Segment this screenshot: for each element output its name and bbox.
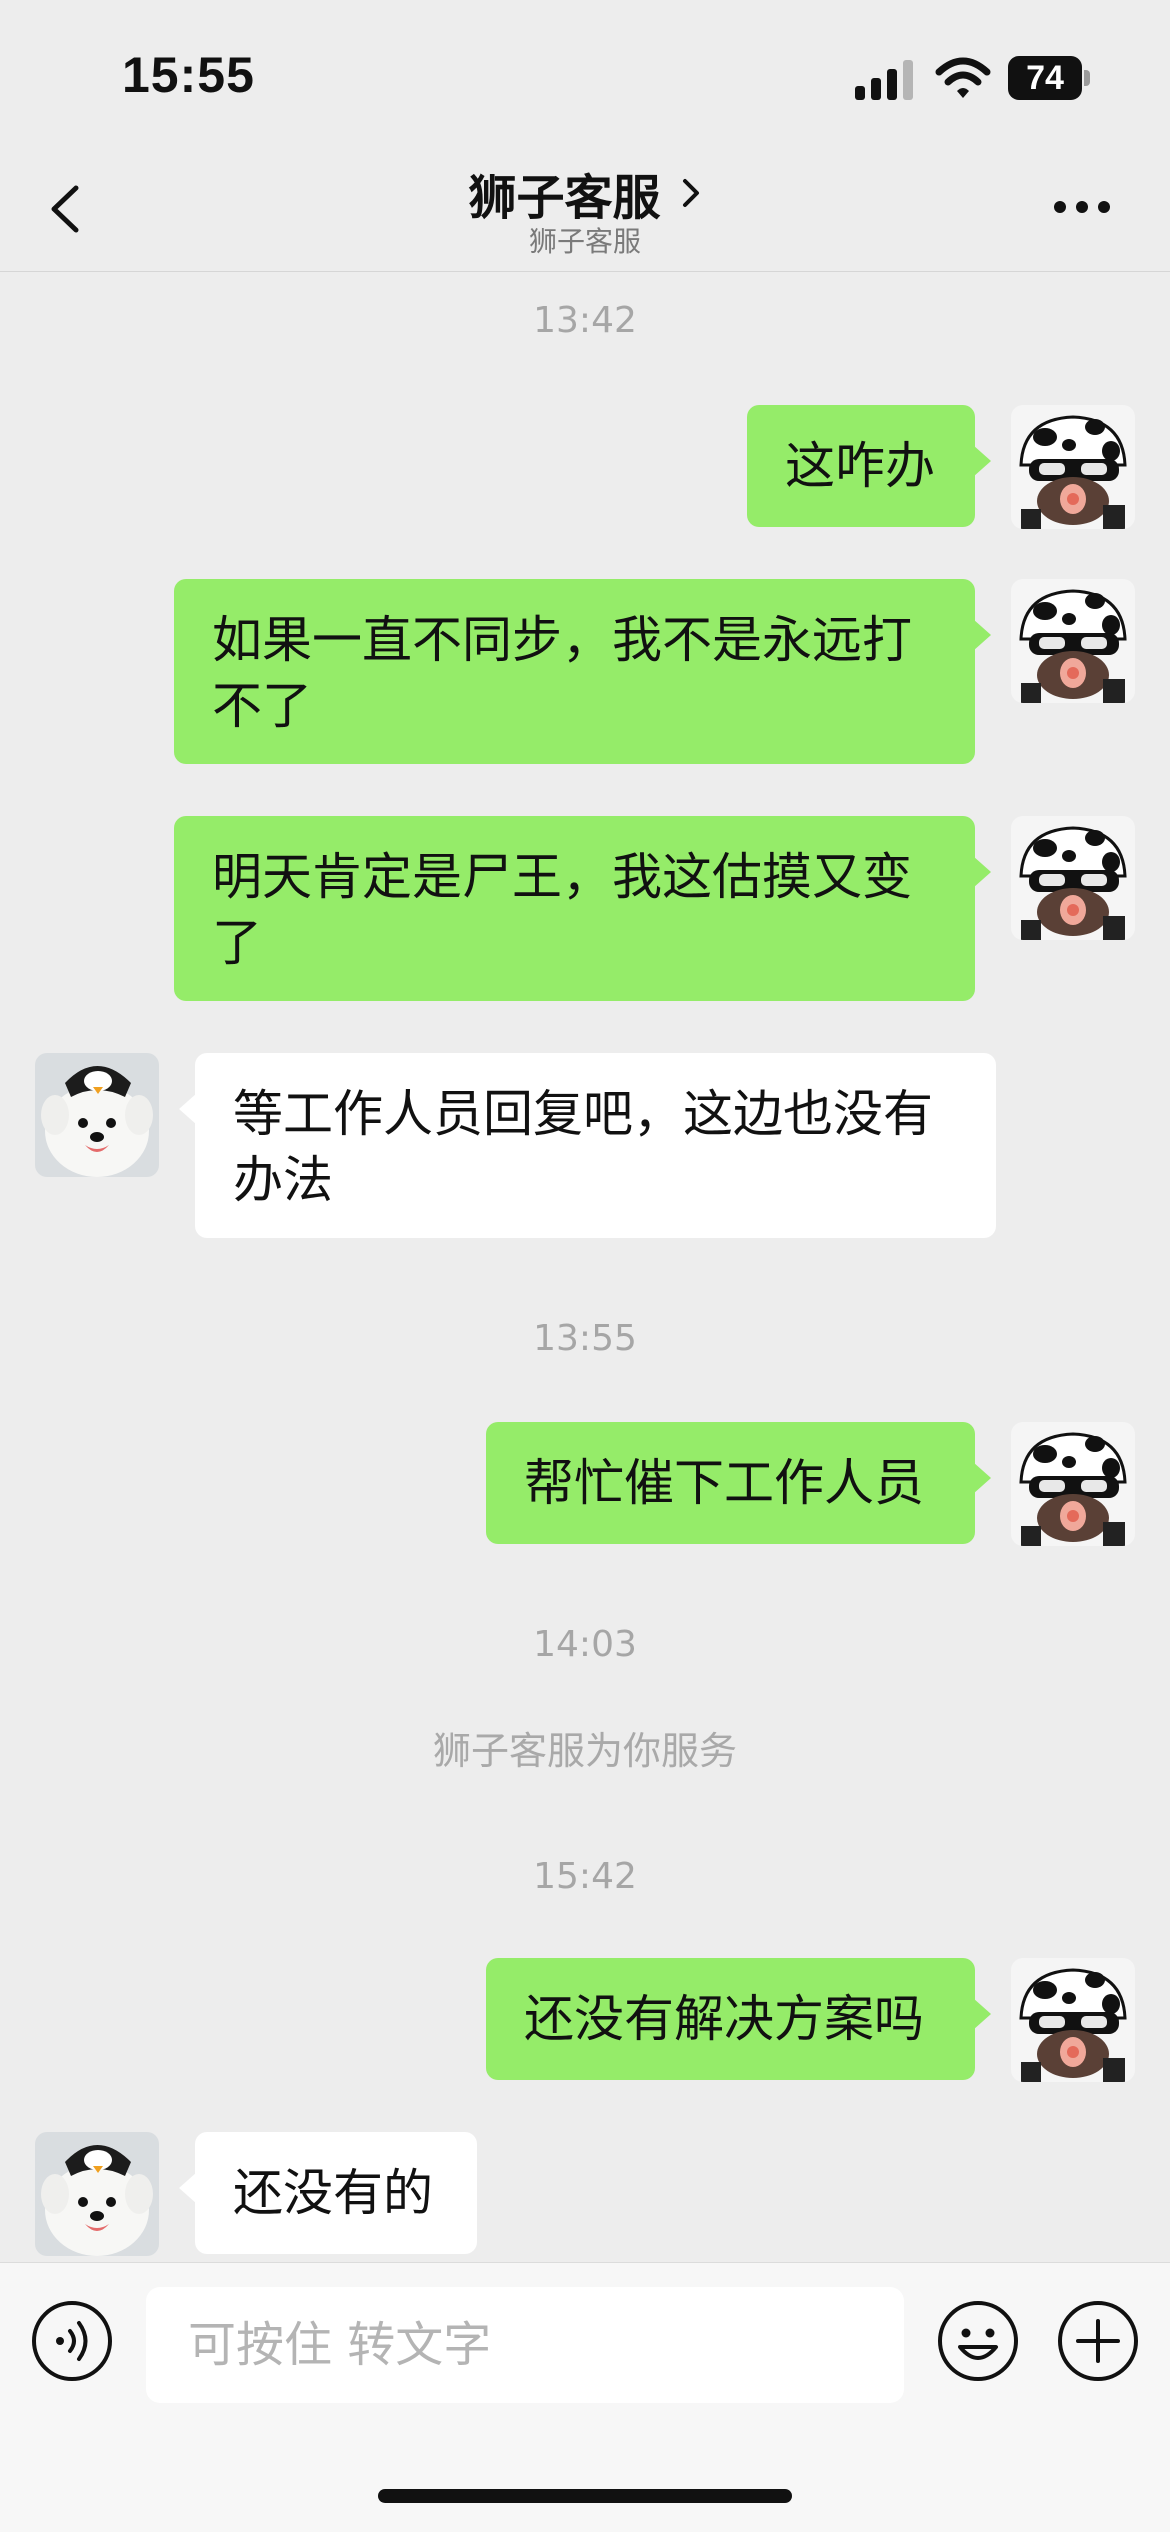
chat-title-button[interactable]: 狮子客服: [0, 158, 1170, 228]
message-bubble-in[interactable]: 还没有的: [179, 2132, 477, 2254]
avatar[interactable]: [1011, 1958, 1135, 2082]
plus-icon[interactable]: [1056, 2299, 1140, 2383]
timestamp: 15:42: [533, 1856, 637, 1897]
chat-subtitle: 狮子客服: [528, 225, 641, 258]
message-input[interactable]: [146, 2287, 904, 2403]
timestamp: 13:42: [533, 300, 637, 341]
status-bar: 15:55 74: [0, 0, 1170, 150]
system-message: 狮子客服为你服务: [432, 1729, 737, 1773]
chevron-right-icon: [682, 179, 699, 207]
timestamp: 13:55: [533, 1318, 637, 1359]
ellipsis-icon[interactable]: [1052, 192, 1112, 222]
home-indicator[interactable]: [378, 2489, 792, 2503]
message-bubble-out[interactable]: 帮忙催下工作人员: [486, 1422, 991, 1544]
message-bubble-in[interactable]: 等工作人员回复吧，这边也没有 办法: [179, 1053, 996, 1238]
smiley-icon[interactable]: [936, 2299, 1020, 2383]
wifi-icon: [935, 57, 991, 98]
message-text: 等工作人员回复吧，这边也没有: [233, 1085, 933, 1143]
battery-icon: 74: [1008, 56, 1090, 100]
timestamp: 14:03: [533, 1624, 637, 1665]
nav-bar: 狮子客服 狮子客服: [0, 150, 1170, 272]
message-text: 了: [212, 914, 262, 972]
avatar[interactable]: [35, 2132, 159, 2256]
avatar[interactable]: [1011, 405, 1135, 529]
message-bubble-out[interactable]: 这咋办: [747, 405, 991, 527]
message-text: 还没有解决方案吗: [524, 1990, 924, 2048]
message-text: 明天肯定是尸王，我这估摸又变: [212, 848, 912, 906]
signal-icon: [855, 60, 913, 100]
message-text: 办法: [233, 1151, 333, 1209]
battery-level: 74: [1008, 56, 1082, 100]
message-text: 不了: [212, 677, 312, 735]
message-bubble-out[interactable]: 还没有解决方案吗: [486, 1958, 991, 2080]
status-time: 15:55: [122, 47, 255, 103]
avatar[interactable]: [1011, 579, 1135, 703]
avatar[interactable]: [1011, 1422, 1135, 1546]
battery-tip: [1084, 70, 1090, 86]
avatar[interactable]: [1011, 816, 1135, 940]
message-bubble-out[interactable]: 明天肯定是尸王，我这估摸又变 了: [174, 816, 991, 1001]
message-bubble-out[interactable]: 如果一直不同步，我不是永远打 不了: [174, 579, 991, 764]
message-text: 如果一直不同步，我不是永远打: [212, 611, 912, 669]
message-text: 还没有的: [233, 2164, 433, 2222]
chat-title: 狮子客服: [468, 170, 661, 226]
message-text: 这咋办: [785, 437, 935, 495]
voice-icon[interactable]: [30, 2299, 114, 2383]
input-bar: [0, 2262, 1170, 2532]
avatar[interactable]: [35, 1053, 159, 1177]
message-text: 帮忙催下工作人员: [524, 1454, 924, 1512]
